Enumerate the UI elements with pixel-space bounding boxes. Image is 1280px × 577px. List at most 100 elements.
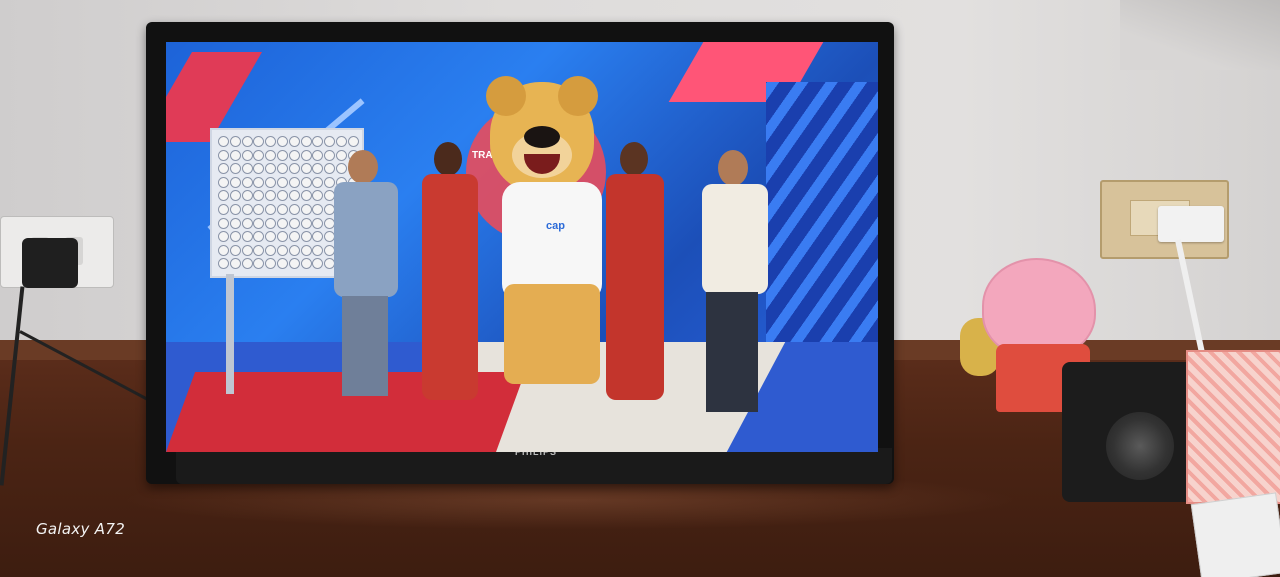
presenter-white-jacket <box>692 150 778 420</box>
lottery-ball <box>312 190 324 202</box>
lottery-ball <box>300 149 312 161</box>
power-adapter <box>22 238 78 288</box>
lottery-ball <box>241 258 253 270</box>
lottery-ball <box>229 163 241 175</box>
pink-basket <box>1186 350 1280 504</box>
lottery-ball <box>288 204 300 215</box>
lottery-ball <box>241 204 253 215</box>
lottery-ball <box>253 136 265 147</box>
lottery-ball <box>288 190 300 202</box>
lottery-ball <box>277 163 288 175</box>
photo-scene: PHILIPS TRAB cap Galaxy A72 <box>0 0 1280 577</box>
lottery-ball <box>218 149 229 161</box>
lottery-ball <box>218 217 229 229</box>
lottery-ball <box>288 176 300 188</box>
lottery-ball <box>336 136 347 147</box>
lottery-ball <box>218 163 229 175</box>
lottery-ball <box>253 204 265 215</box>
head <box>620 142 648 176</box>
lottery-ball <box>277 231 288 243</box>
lottery-ball <box>265 149 277 161</box>
lottery-ball <box>277 136 288 147</box>
lottery-ball <box>218 231 229 243</box>
lottery-ball <box>277 217 288 229</box>
lottery-ball <box>277 176 288 188</box>
lottery-ball <box>229 258 241 270</box>
lottery-ball <box>277 258 288 270</box>
board-stand <box>226 274 234 394</box>
lottery-ball <box>229 231 241 243</box>
lottery-ball <box>288 136 300 147</box>
speaker-grille <box>1106 412 1174 480</box>
lottery-ball <box>241 149 253 161</box>
lottery-ball <box>312 258 324 270</box>
lottery-ball <box>277 190 288 202</box>
lottery-ball <box>218 258 229 270</box>
lottery-ball <box>229 149 241 161</box>
lottery-ball <box>253 163 265 175</box>
lottery-ball <box>265 204 277 215</box>
head <box>348 150 378 184</box>
lottery-ball <box>253 190 265 202</box>
lottery-ball <box>241 244 253 256</box>
tv-screen: TRAB cap <box>166 42 878 452</box>
lottery-ball <box>265 136 277 147</box>
mascot-ear <box>486 76 526 116</box>
lottery-ball <box>229 204 241 215</box>
lottery-ball <box>312 204 324 215</box>
ceiling-shadow <box>1120 0 1280 70</box>
jumpsuit <box>606 174 664 400</box>
lottery-ball <box>300 204 312 215</box>
lottery-ball <box>347 136 359 147</box>
lottery-ball <box>253 244 265 256</box>
lottery-ball <box>241 217 253 229</box>
lottery-ball <box>229 176 241 188</box>
lottery-ball <box>312 176 324 188</box>
lottery-ball <box>253 231 265 243</box>
jumpsuit <box>422 174 478 400</box>
camera-watermark: Galaxy A72 <box>36 520 126 538</box>
presenter-red-jumpsuit-2 <box>598 142 672 404</box>
lottery-ball <box>312 217 324 229</box>
lottery-ball <box>312 149 324 161</box>
lottery-ball <box>253 217 265 229</box>
lottery-ball <box>265 176 277 188</box>
lottery-ball <box>253 149 265 161</box>
mascot-dog-head <box>486 76 598 192</box>
lottery-ball <box>229 136 241 147</box>
lottery-ball <box>277 149 288 161</box>
lottery-ball <box>312 163 324 175</box>
lottery-ball <box>265 163 277 175</box>
lottery-ball <box>312 244 324 256</box>
lottery-ball <box>312 231 324 243</box>
mascot-legs <box>504 284 600 384</box>
lottery-ball <box>324 136 336 147</box>
lottery-ball <box>241 231 253 243</box>
lottery-ball <box>218 244 229 256</box>
lottery-ball <box>288 217 300 229</box>
white-box <box>1190 492 1280 577</box>
set-stripe <box>766 82 878 342</box>
mascot-ear <box>558 76 598 116</box>
lottery-ball <box>265 231 277 243</box>
lottery-ball <box>288 258 300 270</box>
lottery-ball <box>241 136 253 147</box>
lottery-ball <box>265 190 277 202</box>
lottery-ball <box>265 244 277 256</box>
white-plug <box>1158 206 1224 242</box>
lottery-ball <box>253 176 265 188</box>
lottery-ball <box>300 176 312 188</box>
lottery-ball <box>300 136 312 147</box>
lottery-ball <box>218 176 229 188</box>
lottery-ball <box>229 190 241 202</box>
presenter-grey-suit <box>326 150 406 400</box>
lottery-ball <box>277 244 288 256</box>
mascot-nose <box>524 126 560 148</box>
mascot-shirt-text: cap <box>546 220 565 232</box>
head <box>434 142 462 176</box>
lottery-ball <box>229 244 241 256</box>
lottery-ball <box>288 244 300 256</box>
lottery-ball <box>300 231 312 243</box>
lottery-ball <box>229 217 241 229</box>
lottery-ball <box>312 136 324 147</box>
